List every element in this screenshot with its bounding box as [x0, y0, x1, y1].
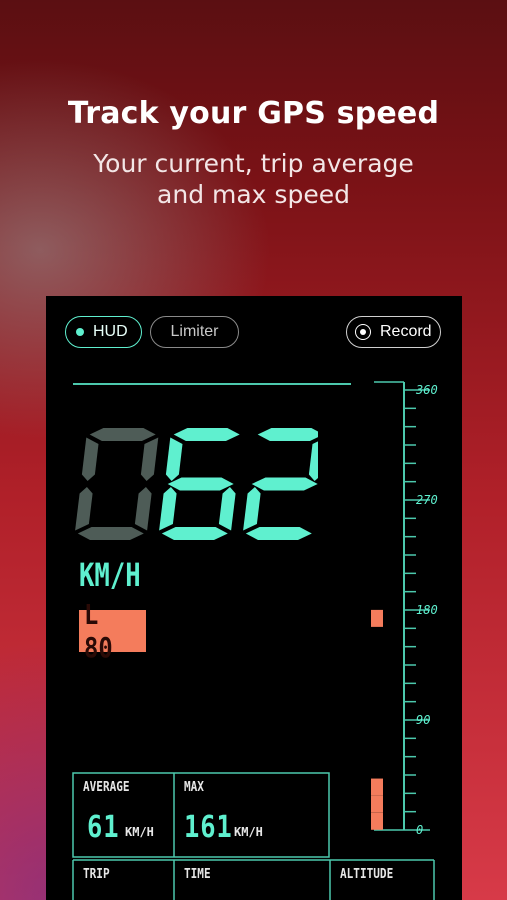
max-label: MAX: [184, 780, 204, 795]
altitude-label: ALTITUDE: [340, 867, 394, 882]
average-unit: KM/H: [125, 825, 154, 839]
time-label: TIME: [184, 867, 211, 882]
stat-max: MAX 161 KM/H: [174, 773, 329, 857]
stat-average: AVERAGE 61 KM/H: [73, 773, 174, 857]
stat-altitude: ALTITUDE: [330, 860, 434, 900]
promo-subtitle: Your current, trip average and max speed: [93, 149, 414, 209]
promo-title: Track your GPS speed: [67, 96, 440, 131]
trip-label: TRIP: [83, 867, 110, 882]
average-label: AVERAGE: [83, 780, 130, 795]
stat-trip: TRIP: [73, 860, 174, 900]
max-unit: KM/H: [234, 825, 263, 839]
stat-time: TIME: [174, 860, 330, 900]
average-value: 61: [87, 810, 120, 845]
app-screen: HUD Limiter Record KM/H L 80 360 270 180 90…: [46, 296, 462, 900]
max-value: 161: [184, 810, 233, 845]
